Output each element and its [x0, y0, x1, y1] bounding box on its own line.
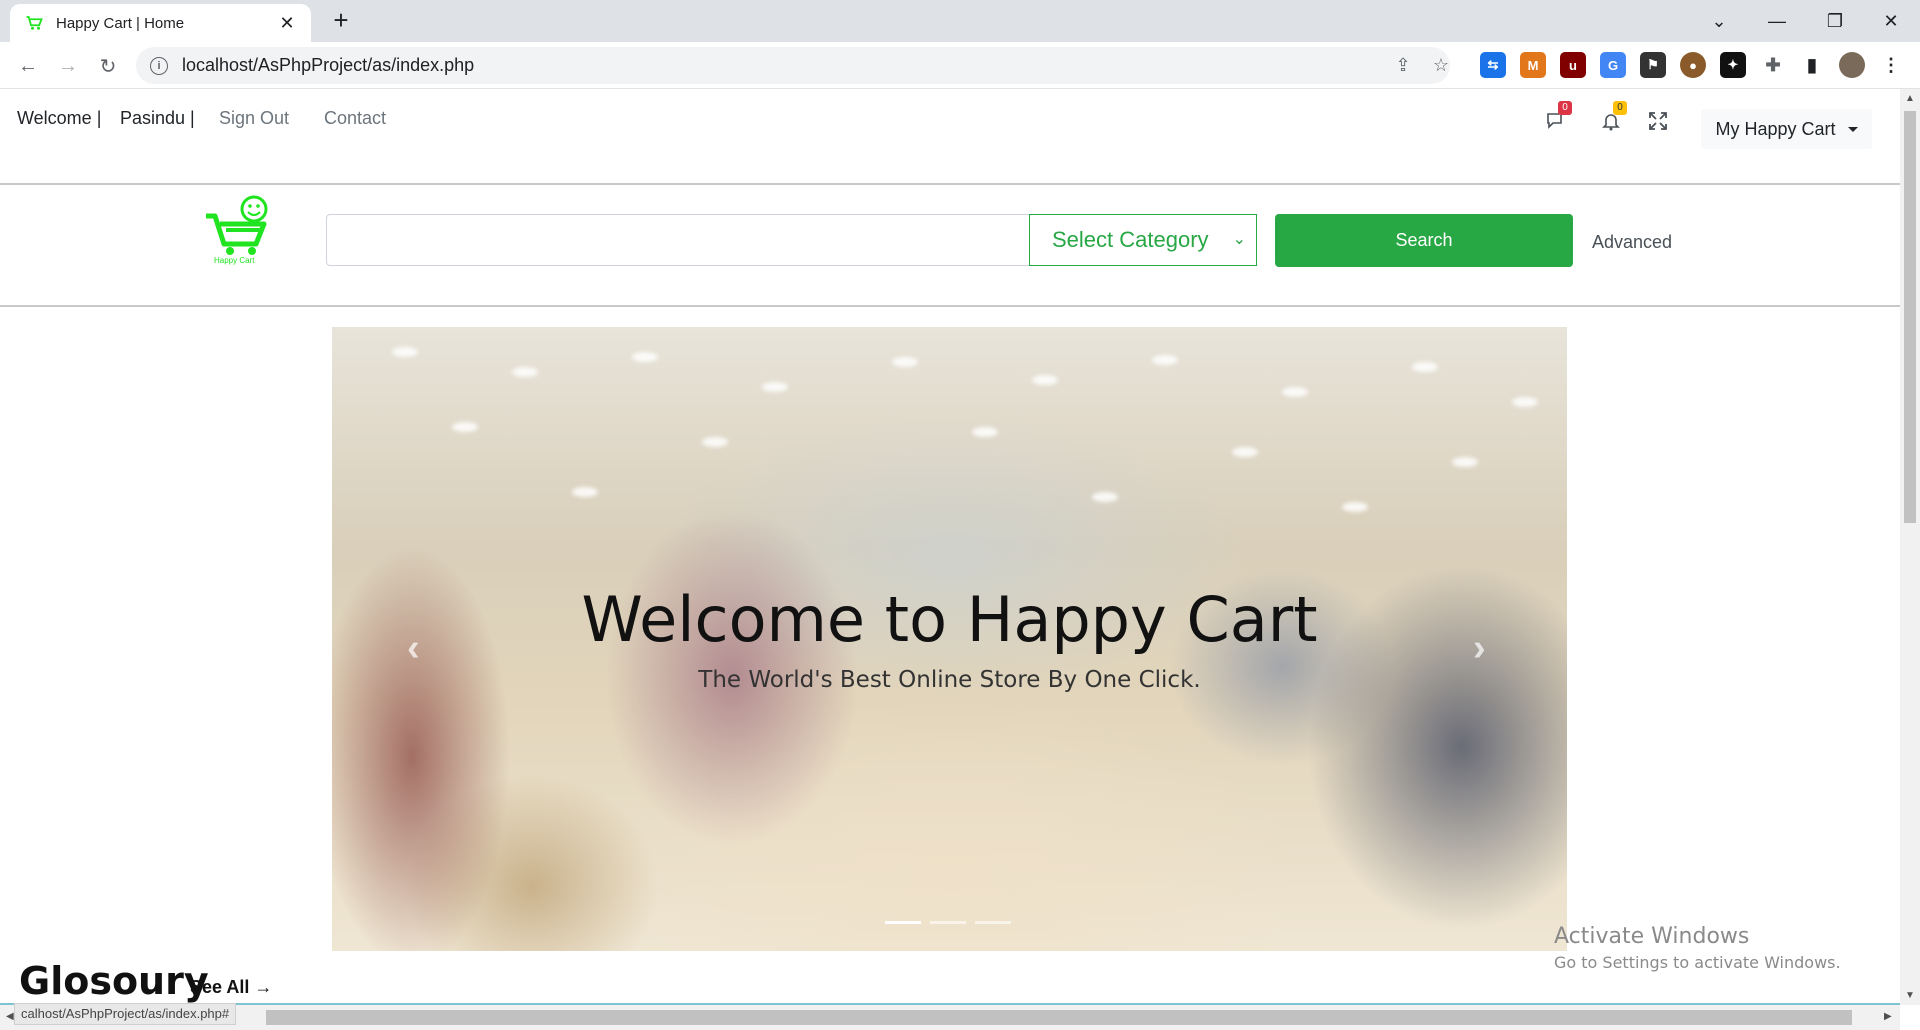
extension-google-translate-icon[interactable]: G [1600, 52, 1626, 78]
site-info-icon[interactable]: i [150, 56, 168, 75]
fullscreen-expand-icon[interactable] [1644, 107, 1672, 135]
carousel-title: Welcome to Happy Cart [581, 583, 1318, 656]
web-page: Welcome | Pasindu | Sign Out Contact 0 0… [0, 89, 1900, 1005]
hero-carousel: Welcome to Happy Cart The World's Best O… [332, 327, 1567, 951]
extensions-puzzle-icon[interactable]: ✚ [1760, 52, 1786, 78]
watermark-line-2: Go to Settings to activate Windows. [1554, 953, 1841, 972]
new-tab-button[interactable]: + [326, 6, 356, 36]
scroll-left-icon[interactable]: ◀ [6, 1011, 14, 1022]
bookmark-star-icon[interactable]: ☆ [1426, 50, 1456, 80]
back-arrow-icon[interactable]: ← [12, 50, 44, 82]
username-link[interactable]: Pasindu | [120, 108, 195, 129]
close-window-button[interactable]: ✕ [1862, 0, 1920, 42]
tab-search-chevron-icon[interactable]: ⌄ [1690, 0, 1748, 42]
scroll-up-icon[interactable]: ▲ [1900, 93, 1920, 104]
extension-ublock-icon[interactable]: u [1560, 52, 1586, 78]
side-panel-icon[interactable]: ▮ [1799, 52, 1825, 78]
share-icon[interactable]: ⇪ [1388, 50, 1418, 80]
scroll-down-icon[interactable]: ▼ [1900, 990, 1920, 1001]
category-select[interactable]: Select Category ⌄ [1029, 214, 1257, 266]
extension-dark-icon[interactable]: ✦ [1720, 52, 1746, 78]
browser-tab[interactable]: Happy Cart | Home ✕ [10, 4, 311, 42]
carousel-subtitle: The World's Best Online Store By One Cli… [698, 667, 1201, 693]
cart-favicon-icon [24, 13, 44, 33]
category-select-label: Select Category [1052, 227, 1209, 252]
advanced-search-link[interactable]: Advanced [1592, 232, 1672, 253]
browser-menu-icon[interactable]: ⋮ [1878, 52, 1904, 78]
logo-text: Happy Cart [214, 256, 255, 265]
happy-cart-logo[interactable]: Happy Cart [204, 194, 270, 266]
search-button[interactable]: Search [1275, 214, 1573, 267]
messages-badge: 0 [1558, 101, 1572, 115]
restore-button[interactable]: ❐ [1806, 0, 1864, 42]
section-title: Glosoury [19, 959, 209, 1003]
extension-translate-icon[interactable]: ⇆ [1480, 52, 1506, 78]
minimize-button[interactable]: — [1748, 0, 1806, 42]
status-divider [0, 1003, 1900, 1005]
top-navigation: Welcome | Pasindu | Sign Out Contact 0 0… [0, 89, 1900, 185]
my-happy-cart-label: My Happy Cart [1715, 118, 1836, 139]
forward-arrow-icon[interactable]: → [52, 50, 84, 82]
chevron-down-icon: ⌄ [1232, 231, 1246, 248]
address-bar[interactable]: i localhost/AsPhpProject/as/index.php [136, 47, 1450, 84]
vertical-scroll-thumb[interactable] [1904, 111, 1916, 523]
carousel-indicator[interactable] [975, 921, 1011, 924]
reload-icon[interactable]: ↻ [92, 50, 124, 82]
caret-down-icon [1847, 126, 1858, 132]
status-bar-url: calhost/AsPhpProject/as/index.php# [14, 1003, 237, 1025]
contact-link[interactable]: Contact [324, 108, 386, 129]
browser-toolbar: ← → ↻ i localhost/AsPhpProject/as/index.… [0, 42, 1920, 89]
welcome-text: Welcome | [17, 108, 102, 128]
carousel-indicators [885, 921, 1011, 924]
sign-out-link[interactable]: Sign Out [219, 108, 289, 129]
tab-title: Happy Cart | Home [56, 14, 185, 32]
extension-flag-icon[interactable]: ⚑ [1640, 52, 1666, 78]
see-all-link[interactable]: See All → [190, 977, 272, 998]
my-happy-cart-dropdown[interactable]: My Happy Cart [1701, 109, 1872, 149]
browser-tab-bar: Happy Cart | Home ✕ + ⌄ — ❐ ✕ [0, 0, 1920, 42]
messages-icon[interactable]: 0 [1542, 101, 1572, 135]
vertical-scrollbar[interactable]: ▲ ▼ [1900, 89, 1920, 1005]
notifications-badge: 0 [1613, 101, 1627, 115]
windows-activation-watermark: Activate Windows Go to Settings to activ… [1554, 924, 1841, 972]
watermark-line-1: Activate Windows [1554, 924, 1750, 949]
horizontal-scrollbar[interactable]: ◀ ▶ [0, 1005, 1900, 1030]
carousel-next-icon[interactable]: › [1473, 627, 1486, 670]
close-tab-icon[interactable]: ✕ [277, 13, 297, 34]
search-input[interactable] [326, 214, 1030, 266]
carousel-indicator[interactable] [930, 921, 966, 924]
carousel-indicator[interactable] [885, 921, 921, 924]
profile-avatar[interactable] [1839, 52, 1865, 78]
extension-metamask-icon[interactable]: M [1520, 52, 1546, 78]
carousel-prev-icon[interactable]: ‹ [407, 627, 420, 670]
address-url: localhost/AsPhpProject/as/index.php [182, 55, 475, 75]
extension-cookie-icon[interactable]: ● [1680, 52, 1706, 78]
horizontal-scroll-thumb[interactable] [266, 1010, 1852, 1025]
scroll-right-icon[interactable]: ▶ [1884, 1011, 1892, 1022]
notifications-bell-icon[interactable]: 0 [1597, 101, 1627, 135]
